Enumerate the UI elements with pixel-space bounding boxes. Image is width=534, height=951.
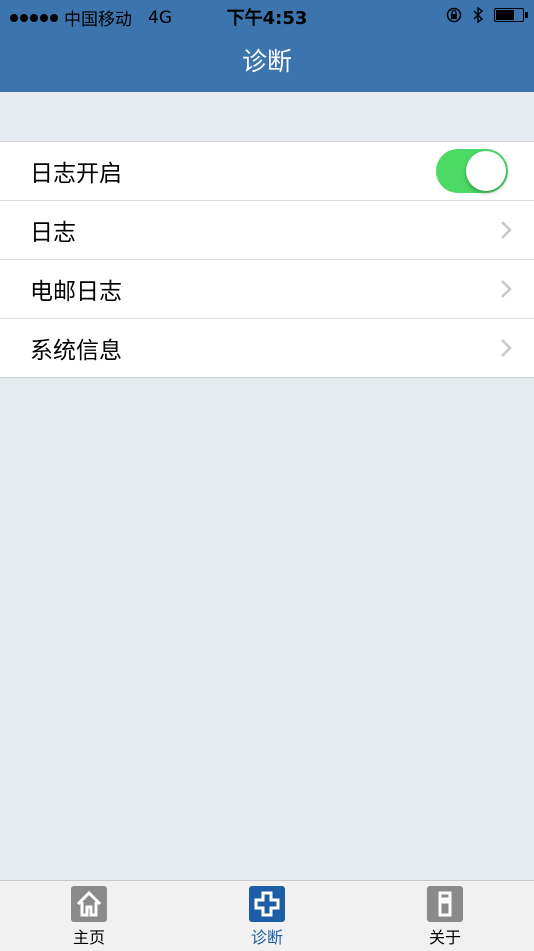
log-enable-toggle[interactable] <box>436 149 508 193</box>
list-item-label: 系统信息 <box>30 338 122 364</box>
tab-diagnose[interactable]: 诊断 <box>178 881 356 951</box>
chevron-right-icon <box>501 280 512 298</box>
list-item-log[interactable]: 日志 <box>0 201 534 260</box>
list-item-email-log[interactable]: 电邮日志 <box>0 260 534 319</box>
tab-bar: 主页 诊断 关于 <box>0 880 534 951</box>
rotation-lock-icon <box>446 7 462 23</box>
bluetooth-icon <box>473 6 484 24</box>
page-title: 诊断 <box>241 47 292 76</box>
tab-label: 主页 <box>72 928 105 947</box>
list-item-label: 日志 <box>30 220 76 246</box>
settings-list: 日志开启 日志 电邮日志 系统信息 <box>0 141 534 378</box>
navigation-bar: 诊断 <box>0 30 534 92</box>
diagnose-icon <box>249 886 285 922</box>
tab-label: 诊断 <box>250 928 283 947</box>
status-right <box>446 6 528 24</box>
toggle-knob <box>466 151 506 191</box>
list-item-system-info[interactable]: 系统信息 <box>0 319 534 377</box>
chevron-right-icon <box>501 339 512 357</box>
info-icon <box>427 886 463 922</box>
list-item-label: 电邮日志 <box>30 279 122 305</box>
tab-home[interactable]: 主页 <box>0 881 178 951</box>
tab-label: 关于 <box>428 928 461 947</box>
list-item-log-enable: 日志开启 <box>0 142 534 201</box>
tab-about[interactable]: 关于 <box>356 881 534 951</box>
list-item-label: 日志开启 <box>30 161 122 187</box>
home-icon <box>71 886 107 922</box>
status-bar: 中国移动 4G 下午4:53 <box>0 0 534 30</box>
chevron-right-icon <box>501 221 512 239</box>
battery-icon <box>494 8 528 22</box>
